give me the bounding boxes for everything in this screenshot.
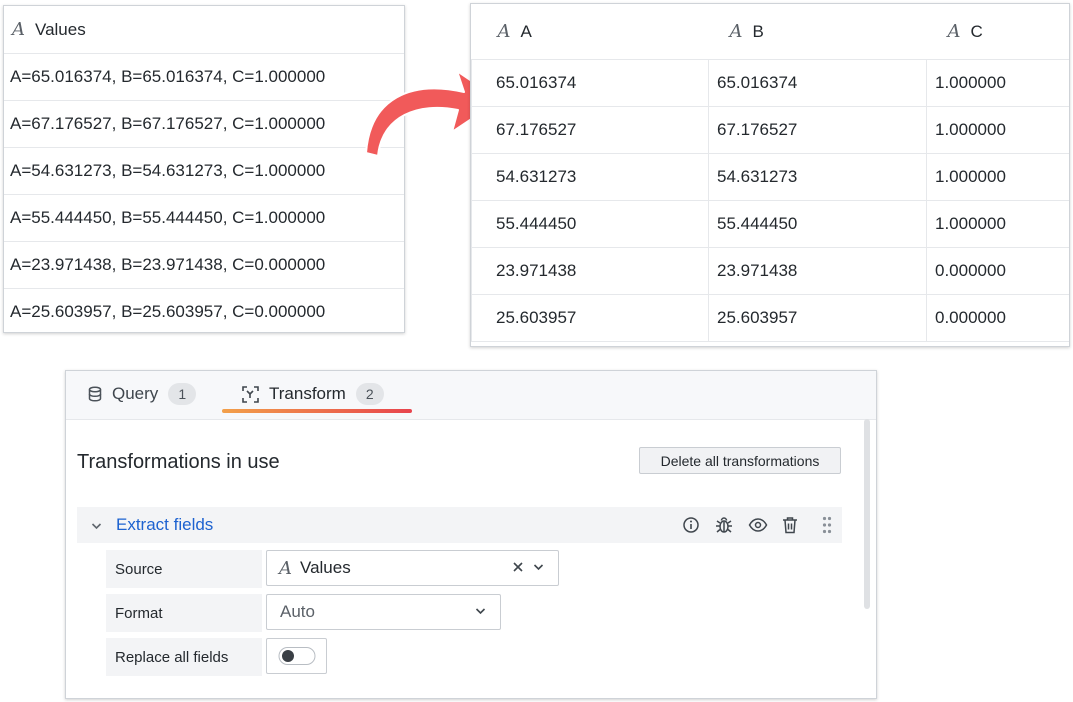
table-row: 55.444450 55.444450 1.000000 <box>471 200 1069 248</box>
table-row: A=65.016374, B=65.016374, C=1.000000 <box>4 54 404 101</box>
format-select-value: Auto <box>280 602 315 621</box>
info-icon[interactable] <box>682 516 700 534</box>
table-row: A=54.631273, B=54.631273, C=1.000000 <box>4 148 404 195</box>
table-cell: 1.000000 <box>926 153 1069 201</box>
table-cell: 54.631273 <box>708 153 927 201</box>
table-cell: 65.016374 <box>471 59 709 107</box>
table-cell: 25.603957 <box>708 294 927 342</box>
values-header-label: Values <box>35 19 86 39</box>
section-title: Transformations in use <box>77 451 280 473</box>
values-header: A Values <box>4 6 404 54</box>
tab-transform-count: 2 <box>355 383 384 405</box>
table-header-row: AA AB AC <box>471 4 1069 60</box>
delete-all-transformations-button[interactable]: Delete all transformations <box>639 447 841 474</box>
tab-query-count: 1 <box>168 383 197 405</box>
extracted-fields-table: AA AB AC 65.016374 65.016374 1.000000 67… <box>470 3 1070 347</box>
replace-all-fields-label: Replace all fields <box>106 638 262 676</box>
table-cell: 0.000000 <box>926 294 1069 342</box>
source-label: Source <box>106 550 262 588</box>
format-label: Format <box>106 594 262 632</box>
chevron-down-icon[interactable] <box>91 518 102 533</box>
transformation-actions <box>682 507 832 543</box>
column-header-b[interactable]: AB <box>708 4 927 60</box>
editor-tabs: Query 1 Transform 2 <box>66 371 876 420</box>
table-row: A=23.971438, B=23.971438, C=0.000000 <box>4 242 404 289</box>
table-row: A=25.603957, B=25.603957, C=0.000000 <box>10 302 326 321</box>
column-header-a[interactable]: AA <box>471 4 709 60</box>
column-header-c[interactable]: AC <box>926 4 1069 60</box>
eye-icon[interactable] <box>748 518 768 532</box>
scrollbar[interactable] <box>864 419 870 609</box>
table-row: 25.603957 25.603957 0.000000 <box>471 294 1069 342</box>
table-cell: 25.603957 <box>471 294 709 342</box>
trash-icon[interactable] <box>782 516 798 534</box>
table-cell: 1.000000 <box>926 59 1069 107</box>
transformation-name[interactable]: Extract fields <box>116 515 213 535</box>
table-cell: 67.176527 <box>471 106 709 154</box>
table-cell: 1.000000 <box>926 106 1069 154</box>
table-row: 67.176527 67.176527 1.000000 <box>471 106 1069 154</box>
table-cell: 23.971438 <box>471 247 709 295</box>
string-type-icon: A <box>729 21 743 42</box>
source-row: Source A Values <box>106 550 559 588</box>
database-icon <box>88 386 102 402</box>
format-select[interactable]: Auto <box>266 594 501 630</box>
drag-handle-icon[interactable] <box>822 516 832 534</box>
values-table: A Values A=65.016374, B=65.016374, C=1.0… <box>3 5 405 333</box>
table-cell: 23.971438 <box>708 247 927 295</box>
table-cell: 1.000000 <box>926 200 1069 248</box>
table-row: 23.971438 23.971438 0.000000 <box>471 247 1069 295</box>
chevron-down-icon[interactable] <box>533 563 544 571</box>
replace-all-fields-toggle[interactable] <box>278 646 316 666</box>
transform-editor: Query 1 Transform 2 Transformations in u… <box>65 370 877 699</box>
format-row: Format Auto <box>106 594 501 632</box>
table-cell: 67.176527 <box>708 106 927 154</box>
table-cell: 54.631273 <box>471 153 709 201</box>
debug-icon[interactable] <box>714 515 734 535</box>
replace-all-fields-row: Replace all fields <box>106 638 327 676</box>
chevron-down-icon[interactable] <box>475 607 486 615</box>
table-row: 65.016374 65.016374 1.000000 <box>471 59 1069 107</box>
active-tab-indicator <box>222 409 412 413</box>
tab-query-label: Query <box>112 384 159 403</box>
table-cell: 55.444450 <box>471 200 709 248</box>
table-row: A=67.176527, B=67.176527, C=1.000000 <box>4 101 404 148</box>
table-cell: 0.000000 <box>926 247 1069 295</box>
string-type-icon: A <box>12 19 25 40</box>
table-row: A=55.444450, B=55.444450, C=1.000000 <box>4 195 404 242</box>
tab-query[interactable]: Query 1 <box>88 371 197 417</box>
table-cell: 65.016374 <box>708 59 927 107</box>
replace-all-fields-toggle-wrapper <box>266 638 327 674</box>
table-row: 54.631273 54.631273 1.000000 <box>471 153 1069 201</box>
string-type-icon: A <box>947 21 961 42</box>
source-select-value: Values <box>300 558 351 577</box>
transformation-header[interactable]: Extract fields <box>77 507 842 543</box>
transform-icon <box>242 385 259 403</box>
tab-transform-label: Transform <box>269 384 346 403</box>
clear-icon[interactable] <box>512 561 524 573</box>
table-cell: 55.444450 <box>708 200 927 248</box>
source-select[interactable]: A Values <box>266 550 559 586</box>
string-type-icon: A <box>279 557 292 579</box>
string-type-icon: A <box>497 21 511 42</box>
